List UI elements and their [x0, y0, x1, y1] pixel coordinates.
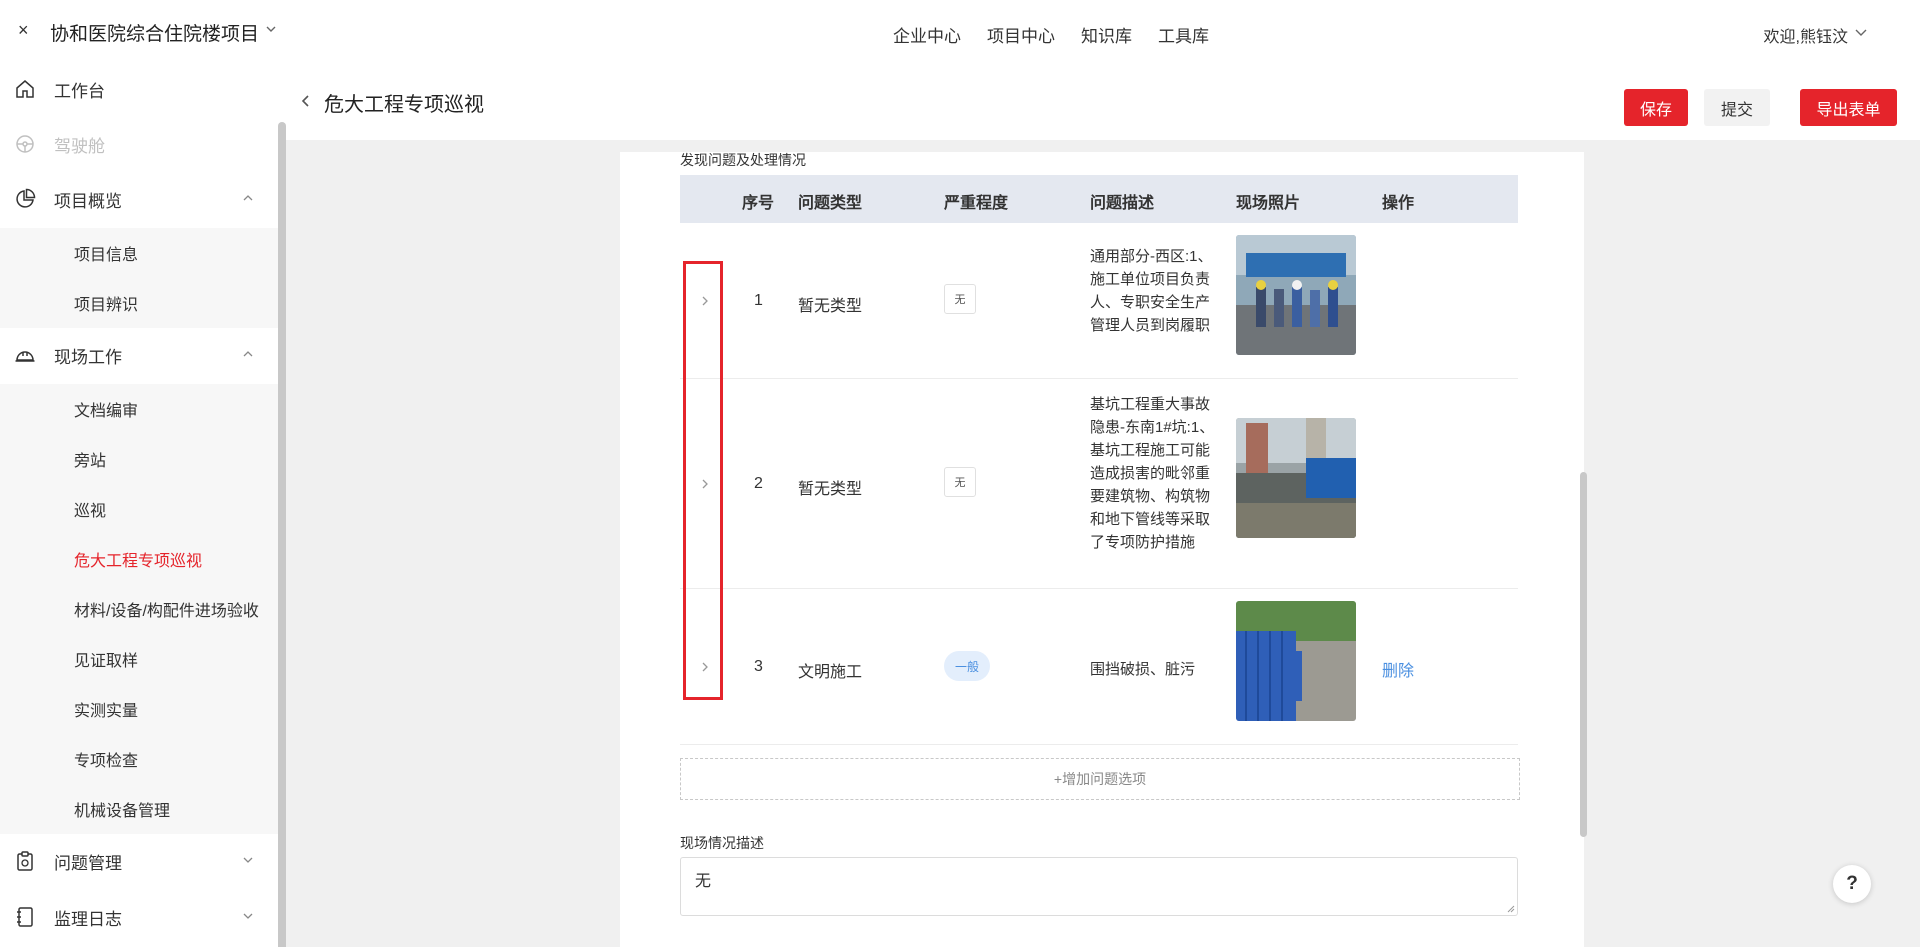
help-button[interactable]: ?: [1833, 865, 1871, 903]
severity-badge: 无: [944, 284, 976, 314]
site-photo[interactable]: [1236, 235, 1356, 355]
close-icon[interactable]: ×: [18, 20, 29, 41]
section-label: 发现问题及处理情况: [680, 152, 806, 168]
table-row[interactable]: 1 暂无类型 无 通用部分-西区:1、施工单位项目负责人、专职安全生产管理人员到…: [680, 223, 1518, 379]
sidebar-item-label: 旁站: [74, 453, 107, 470]
chevron-down-icon[interactable]: [265, 22, 277, 36]
row-type: 文明施工: [798, 664, 863, 681]
sidebar-item-label: 专项检查: [74, 753, 139, 770]
project-title[interactable]: 协和医院综合住院楼项目: [50, 19, 259, 46]
sidebar-item-project-overview[interactable]: 项目概览: [0, 172, 278, 226]
save-button[interactable]: 保存: [1624, 89, 1688, 126]
sidebar-item-label: 问题管理: [54, 853, 122, 873]
submit-button[interactable]: 提交: [1704, 89, 1770, 126]
sidebar-item-document-review[interactable]: 文档编审: [0, 384, 278, 434]
sidebar-item-issue-management[interactable]: 问题管理: [0, 834, 278, 888]
nav-knowledge-base[interactable]: 知识库: [1081, 22, 1132, 62]
sidebar-item-label: 监理日志: [54, 909, 122, 929]
nav-tool-library[interactable]: 工具库: [1158, 22, 1209, 62]
sidebar-item-hazardous-inspection[interactable]: 危大工程专项巡视: [0, 534, 278, 584]
chevron-up-icon: [243, 351, 253, 357]
sidebar-item-label: 工作台: [54, 81, 105, 101]
sidebar-item-label: 机械设备管理: [74, 803, 171, 820]
sidebar-scrollbar[interactable]: [278, 122, 286, 947]
sidebar-item-cockpit: 驾驶舱: [0, 117, 278, 171]
chevron-down-icon: [243, 857, 253, 863]
page-header: 危大工程专项巡视 保存 提交 导出表单: [286, 62, 1920, 140]
helmet-icon: [14, 344, 36, 366]
column-header: 现场照片: [1236, 195, 1301, 212]
row-index: 3: [754, 658, 763, 675]
site-photo[interactable]: [1236, 601, 1356, 721]
sidebar-item-label: 危大工程专项巡视: [74, 553, 203, 570]
sidebar-item-label: 项目信息: [74, 247, 139, 264]
scene-description-label: 现场情况描述: [680, 835, 764, 851]
sidebar-item-machinery-management[interactable]: 机械设备管理: [0, 784, 278, 834]
nav-enterprise-center[interactable]: 企业中心: [893, 22, 961, 62]
sidebar-item-label: 驾驶舱: [54, 136, 105, 156]
row-description: 通用部分-西区:1、施工单位项目负责人、专职安全生产管理人员到岗履职: [1090, 248, 1213, 334]
clipboard-icon: [14, 850, 36, 872]
pie-chart-icon: [14, 188, 36, 210]
back-arrow-icon[interactable]: [300, 94, 310, 108]
row-index: 1: [754, 292, 763, 309]
scene-description-field[interactable]: 无: [680, 857, 1518, 916]
column-header: 问题类型: [798, 195, 863, 212]
sidebar-item-side-station[interactable]: 旁站: [0, 434, 278, 484]
table-header: 序号 问题类型 严重程度 问题描述 现场照片 操作: [680, 175, 1518, 223]
severity-badge: 无: [944, 467, 976, 497]
sidebar-item-special-check[interactable]: 专项检查: [0, 734, 278, 784]
steering-wheel-icon: [14, 133, 36, 155]
sidebar-item-label: 材料/设备/构配件进场验收: [74, 603, 259, 620]
chevron-up-icon: [243, 195, 253, 201]
sidebar-item-workbench[interactable]: 工作台: [0, 62, 278, 116]
row-description: 基坑工程重大事故隐患-东南1#坑:1、基坑工程施工可能造成损害的毗邻重要建筑物、…: [1090, 396, 1215, 551]
sidebar: 工作台 驾驶舱 项目概览 项目信息 项目辨识 现场工作 文档编审 旁站 巡视 危…: [0, 62, 286, 947]
export-form-button[interactable]: 导出表单: [1800, 89, 1897, 126]
welcome-user[interactable]: 欢迎,熊钰汶: [1764, 23, 1848, 47]
row-index: 2: [754, 475, 763, 492]
table-row[interactable]: 3 文明施工 一般 围挡破损、脏污 删除: [680, 589, 1518, 745]
sidebar-item-label: 项目辨识: [74, 297, 139, 314]
table-row[interactable]: 2 暂无类型 无 基坑工程重大事故隐患-东南1#坑:1、基坑工程施工可能造成损害…: [680, 379, 1518, 589]
home-icon: [14, 78, 36, 100]
sidebar-item-actual-measurement[interactable]: 实测实量: [0, 684, 278, 734]
column-header: 序号: [742, 195, 775, 212]
sidebar-item-site-work[interactable]: 现场工作: [0, 328, 278, 382]
page-title: 危大工程专项巡视: [324, 94, 484, 116]
sidebar-item-label: 现场工作: [54, 347, 122, 367]
nav-project-center[interactable]: 项目中心: [983, 22, 1059, 65]
chevron-down-icon[interactable]: [1854, 25, 1868, 39]
notebook-icon: [14, 906, 36, 928]
row-type: 暂无类型: [798, 481, 863, 498]
severity-badge: 一般: [944, 651, 990, 681]
row-description: 围挡破损、脏污: [1090, 661, 1196, 678]
row-type: 暂无类型: [798, 298, 863, 315]
scene-description-value: 无: [695, 873, 712, 890]
add-issue-button[interactable]: +增加问题选项: [680, 758, 1520, 800]
column-header: 严重程度: [944, 195, 1009, 212]
sidebar-item-label: 文档编审: [74, 403, 139, 420]
chevron-down-icon: [243, 913, 253, 919]
highlight-box: [683, 261, 723, 700]
top-nav: 企业中心 项目中心 知识库 工具库: [893, 22, 1235, 65]
sidebar-item-project-info[interactable]: 项目信息: [0, 228, 278, 278]
content-scrollbar[interactable]: [1580, 472, 1587, 837]
delete-link[interactable]: 删除: [1382, 657, 1414, 681]
column-header: 操作: [1382, 195, 1415, 212]
sidebar-item-supervision-log[interactable]: 监理日志: [0, 890, 278, 944]
column-header: 问题描述: [1090, 195, 1155, 212]
sidebar-item-label: 项目概览: [54, 191, 122, 211]
sidebar-item-label: 巡视: [74, 503, 107, 520]
sidebar-item-inspection[interactable]: 巡视: [0, 484, 278, 534]
top-bar: × 协和医院综合住院楼项目 企业中心 项目中心 知识库 工具库 欢迎,熊钰汶: [0, 0, 1920, 65]
sidebar-item-project-identification[interactable]: 项目辨识: [0, 278, 278, 328]
sidebar-item-material-acceptance[interactable]: 材料/设备/构配件进场验收: [0, 584, 278, 634]
sidebar-item-witness-sampling[interactable]: 见证取样: [0, 634, 278, 684]
resize-handle-icon[interactable]: [1507, 905, 1515, 913]
sidebar-item-label: 见证取样: [74, 653, 139, 670]
site-photo[interactable]: [1236, 418, 1356, 538]
sidebar-item-label: 实测实量: [74, 703, 139, 720]
